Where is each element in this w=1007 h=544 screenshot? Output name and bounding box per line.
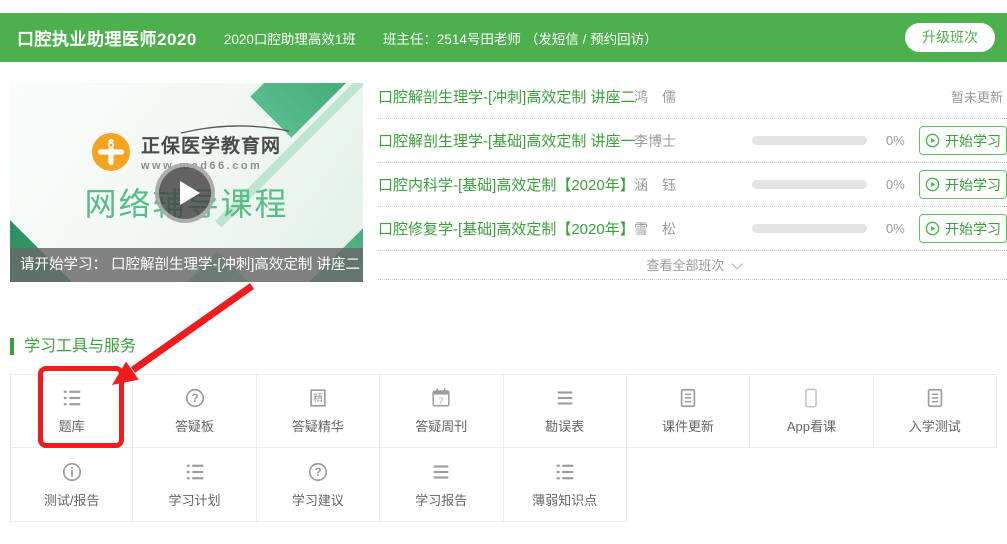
start-learning-label: 开始学习 [945, 175, 1001, 195]
course-teacher: 李博士 [634, 131, 752, 151]
tool-qa-weekly[interactable]: 答疑周刊 [380, 374, 503, 448]
chevron-down-icon [731, 258, 742, 269]
info-circle-icon [61, 461, 83, 483]
progress-percent: 0% [886, 221, 918, 236]
view-all-label: 查看全部班次 [646, 258, 724, 273]
tool-study-report[interactable]: 学习报告 [380, 448, 503, 522]
play-button-icon[interactable] [155, 163, 215, 223]
document-icon [924, 387, 946, 409]
start-learning-button[interactable]: 开始学习 [919, 126, 1007, 155]
brand-arc-decoration [179, 124, 291, 134]
course-title-link[interactable]: 口腔解剖生理学-[基础]高效定制 讲座一 [378, 130, 634, 151]
question-circle-icon [184, 387, 206, 409]
empty-cell [750, 448, 873, 522]
start-learning-button[interactable]: 开始学习 [919, 214, 1007, 243]
course-video-thumbnail[interactable]: 正保医学教育网 www.med66.com 网络辅导课程 请开始学习： 口腔解剖… [10, 83, 363, 282]
course-teacher: 涵 钰 [634, 175, 752, 195]
start-learning-label: 开始学习 [945, 219, 1001, 239]
course-row: 口腔内科学-[基础]高效定制【2020年】 涵 钰 0% 开始学习 [378, 163, 1007, 207]
tool-courseware-update[interactable]: 课件更新 [627, 374, 750, 448]
course-row: 口腔解剖生理学-[冲刺]高效定制 讲座二 鸿 儒 暂未更新 [378, 75, 1007, 119]
head-teacher-info: 班主任：2514号田老师 [383, 28, 521, 48]
tool-test-report[interactable]: 测试/报告 [10, 448, 133, 522]
phone-icon [800, 387, 822, 409]
empty-cell [627, 448, 750, 522]
progress-bar [752, 136, 867, 145]
progress-bar [752, 224, 867, 233]
tools-section-title: 学习工具与服务 [10, 338, 136, 355]
course-status: 暂未更新 [951, 87, 1007, 106]
tool-entrance-test[interactable]: 入学测试 [874, 374, 997, 448]
play-circle-icon [925, 177, 940, 192]
tool-question-bank[interactable]: 题库 [10, 374, 133, 448]
header-bar: 口腔执业助理医师2020 2020口腔助理高效1班 班主任：2514号田老师 （… [0, 13, 1007, 62]
list-icon [554, 461, 576, 483]
play-circle-icon [925, 221, 940, 236]
progress-percent: 0% [886, 133, 918, 148]
view-all-classes-link[interactable]: 查看全部班次 [378, 251, 1007, 280]
progress-bar [752, 180, 867, 189]
lines-icon [430, 461, 452, 483]
brand-name: 正保医学教育网 [141, 131, 281, 158]
lines-icon [554, 387, 576, 409]
list-icon [184, 461, 206, 483]
course-teacher: 鸿 儒 [634, 87, 752, 107]
course-title-link[interactable]: 口腔修复学-[基础]高效定制【2020年】 [378, 218, 634, 239]
tool-app-study[interactable]: App看课 [750, 374, 873, 448]
tools-grid: 题库 答疑板 答疑精华 答疑周刊 勘误表 课件更新 App看课 入学测试 [10, 374, 997, 522]
start-learning-button[interactable]: 开始学习 [919, 170, 1007, 199]
course-row: 口腔解剖生理学-[基础]高效定制 讲座一 李博士 0% 开始学习 [378, 119, 1007, 163]
tool-study-plan[interactable]: 学习计划 [133, 448, 256, 522]
calendar-7-icon [430, 387, 452, 409]
course-title-link[interactable]: 口腔解剖生理学-[冲刺]高效定制 讲座二 [378, 86, 634, 107]
tool-qa-essence[interactable]: 答疑精华 [257, 374, 380, 448]
empty-cell [874, 448, 997, 522]
med66-logo-icon [92, 133, 130, 171]
course-list: 口腔解剖生理学-[冲刺]高效定制 讲座二 鸿 儒 暂未更新 口腔解剖生理学-[基… [378, 75, 1007, 280]
list-icon [61, 387, 83, 409]
course-teacher: 雪 松 [634, 219, 752, 239]
play-circle-icon [925, 133, 940, 148]
course-title-link[interactable]: 口腔内科学-[基础]高效定制【2020年】 [378, 174, 634, 195]
tool-qa-board[interactable]: 答疑板 [133, 374, 256, 448]
course-home-page: 口腔执业助理医师2020 2020口腔助理高效1班 班主任：2514号田老师 （… [0, 0, 1007, 544]
document-icon [677, 387, 699, 409]
question-circle-icon [307, 461, 329, 483]
class-name: 2020口腔助理高效1班 [224, 28, 356, 48]
tool-study-advice[interactable]: 学习建议 [257, 448, 380, 522]
tool-errata[interactable]: 勘误表 [504, 374, 627, 448]
upgrade-class-button[interactable]: 升级班次 [905, 23, 995, 52]
tool-weak-points[interactable]: 薄弱知识点 [504, 448, 627, 522]
video-caption: 请开始学习： 口腔解剖生理学-[冲刺]高效定制 讲座二 [10, 248, 363, 282]
teacher-contact-links[interactable]: （发短信 / 预约回访） [525, 28, 658, 48]
page-title: 口腔执业助理医师2020 [17, 25, 197, 50]
course-row: 口腔修复学-[基础]高效定制【2020年】 雪 松 0% 开始学习 [378, 207, 1007, 251]
start-learning-label: 开始学习 [945, 131, 1001, 151]
progress-percent: 0% [886, 177, 918, 192]
essence-badge-icon [307, 387, 329, 409]
brand-url: www.med66.com [141, 160, 281, 172]
